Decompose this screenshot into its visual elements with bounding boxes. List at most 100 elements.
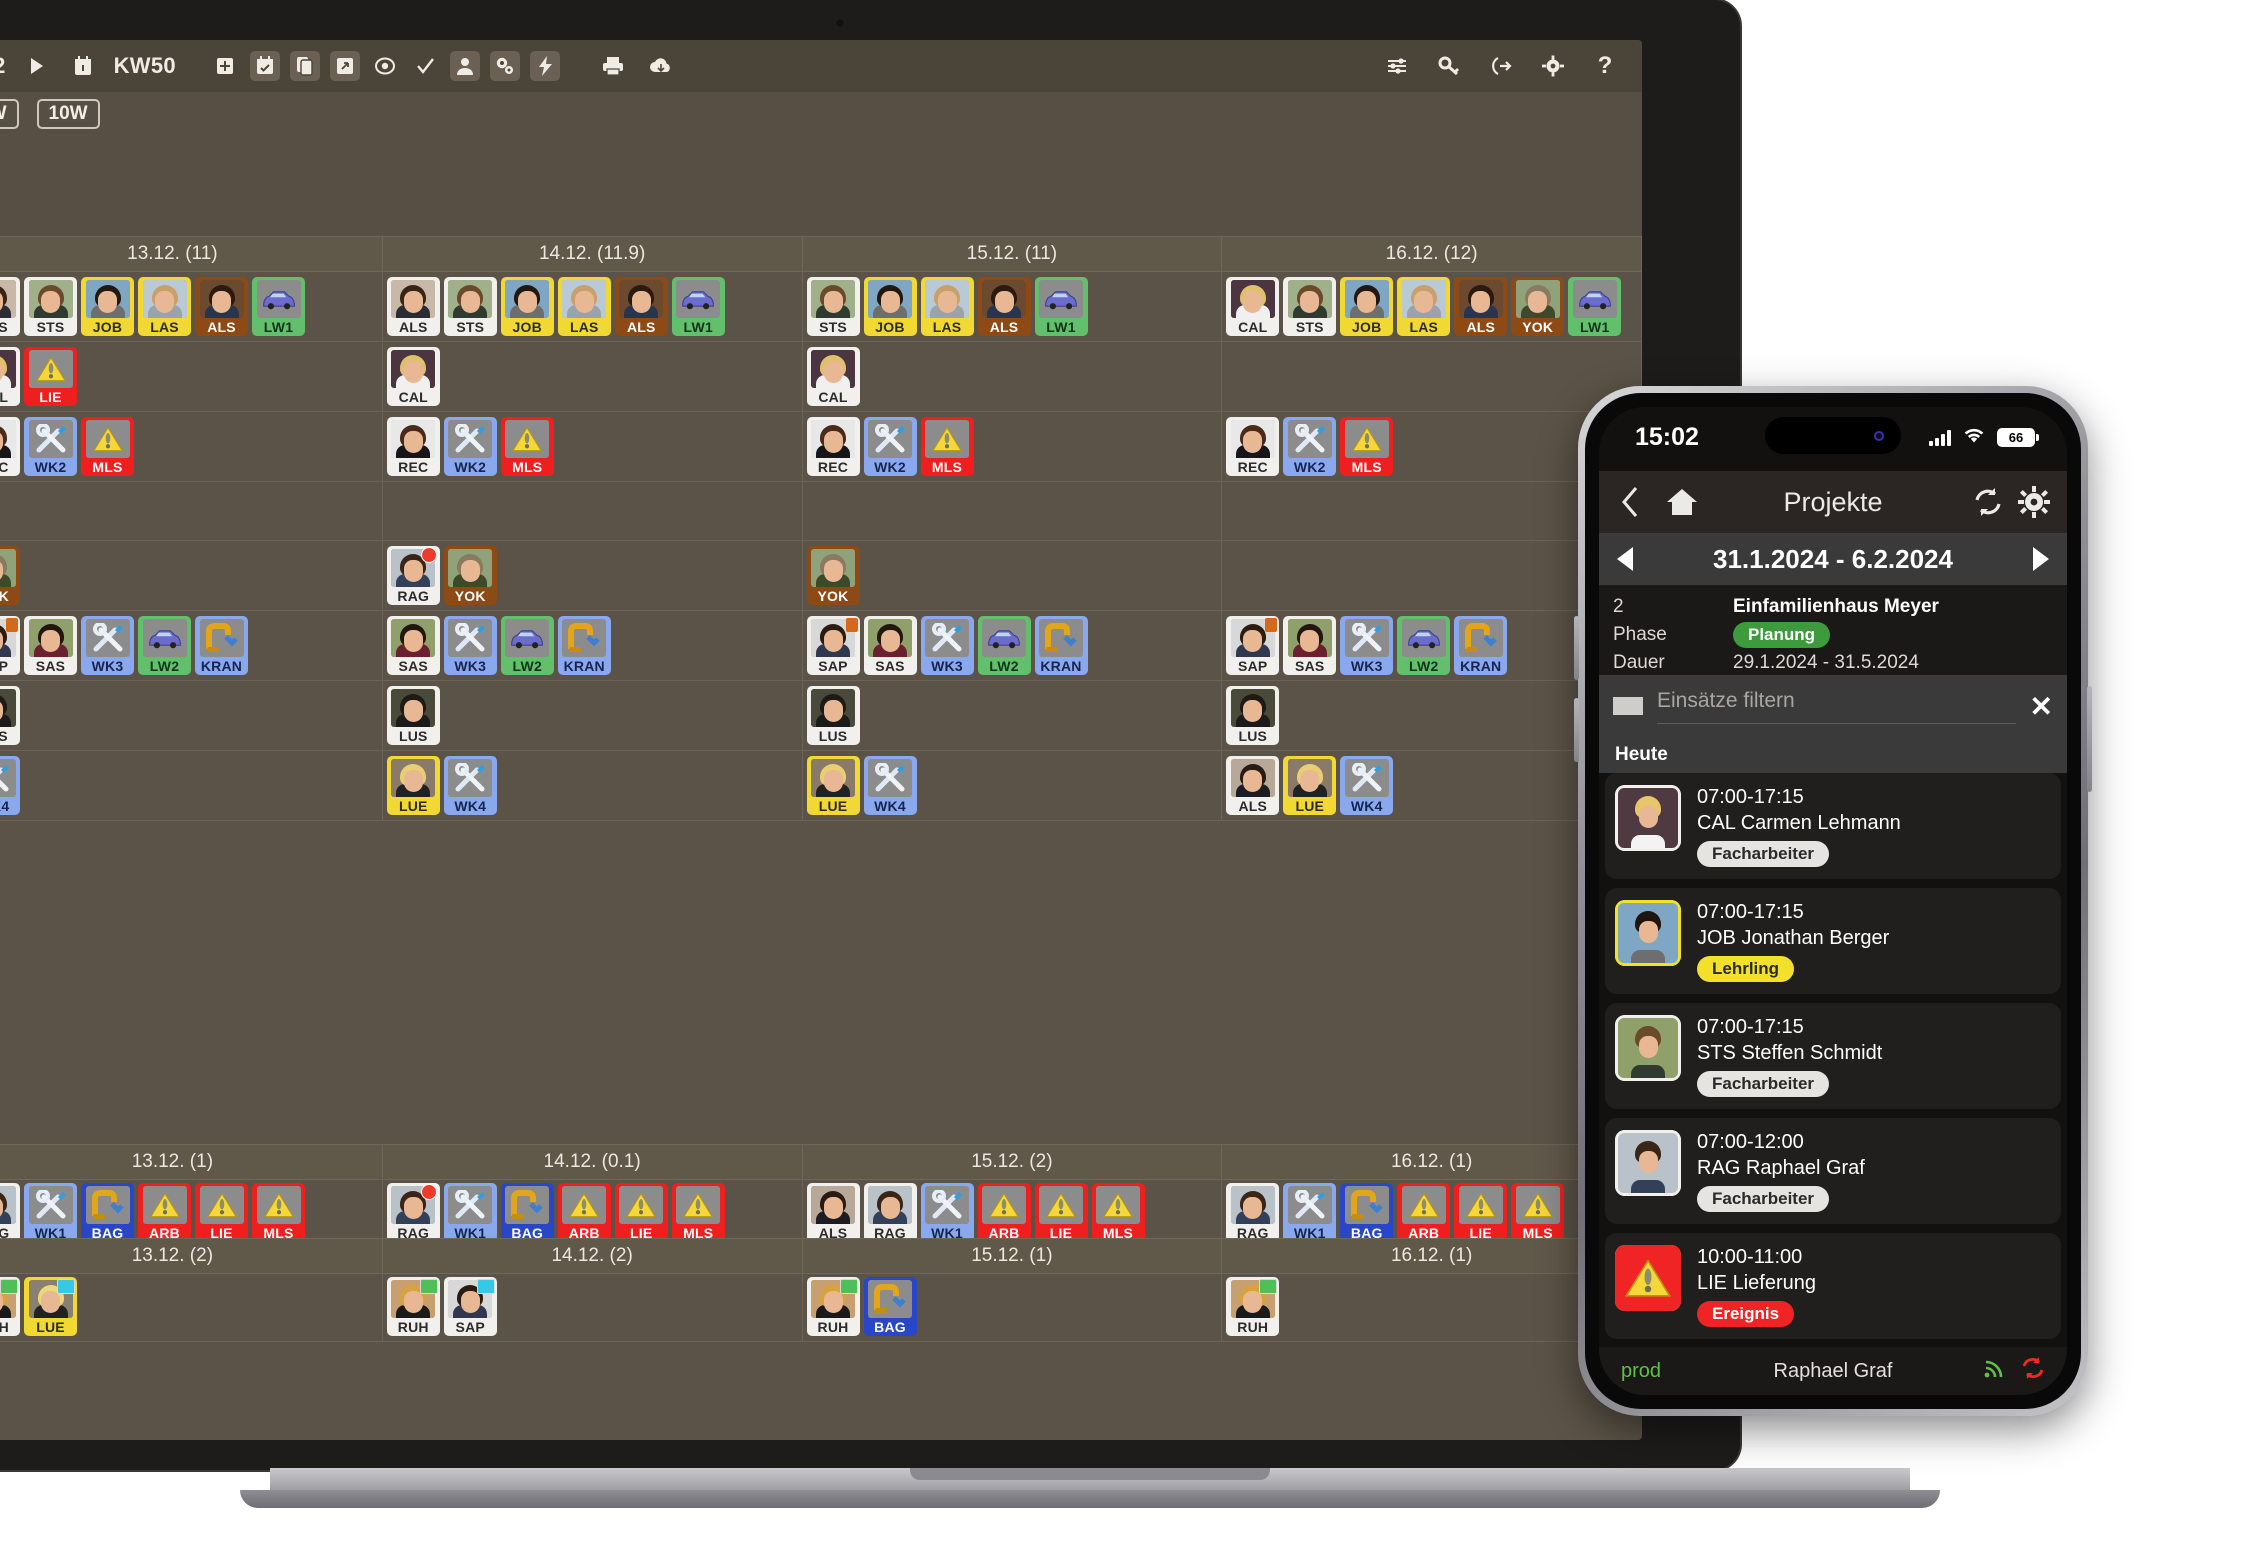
- funnel-icon[interactable]: [1613, 697, 1643, 715]
- assignment-chip[interactable]: LUS: [386, 686, 440, 745]
- gantt-day-cell[interactable]: SAS WK3 LW2 KRAN: [383, 611, 803, 680]
- assignment-chip[interactable]: WK4: [0, 756, 20, 815]
- assignment-chip[interactable]: WK1: [920, 1183, 974, 1242]
- assignment-chip[interactable]: LIE: [1034, 1183, 1088, 1242]
- gantt-day-cell[interactable]: [383, 482, 803, 540]
- assignment-chip[interactable]: WK4: [863, 756, 917, 815]
- assignment-chip[interactable]: KRAN: [557, 616, 611, 675]
- assignment-chip[interactable]: MLS: [920, 417, 974, 476]
- assignment-chip[interactable]: LUE: [1283, 756, 1337, 815]
- assignment-chip[interactable]: WK1: [1283, 1183, 1337, 1242]
- list-item[interactable]: 07:00-17:15 CAL Carmen Lehmann Facharbeite…: [1605, 773, 2061, 879]
- assignment-chip[interactable]: JOB: [500, 277, 554, 336]
- zoom-7w-button[interactable]: 7W: [0, 99, 19, 129]
- assignment-chip[interactable]: LW1: [252, 277, 305, 336]
- volume-down-button[interactable]: [1574, 698, 1579, 762]
- assignment-chip[interactable]: LIE: [1454, 1183, 1508, 1242]
- help-icon[interactable]: ?: [1590, 51, 1620, 81]
- assignment-chip[interactable]: ALS: [386, 277, 440, 336]
- assignment-chip[interactable]: STS: [443, 277, 497, 336]
- assignment-chip[interactable]: RUH: [1226, 1277, 1280, 1336]
- logout-icon[interactable]: [1486, 51, 1516, 81]
- assignment-chip[interactable]: YOK: [0, 546, 20, 605]
- power-button[interactable]: [2087, 686, 2092, 792]
- assignment-chip[interactable]: KRAN: [1034, 616, 1088, 675]
- assignment-chip[interactable]: ALS: [806, 1183, 860, 1242]
- gantt-day-cell[interactable]: CAL LIE: [0, 342, 383, 411]
- add-icon[interactable]: [210, 51, 240, 81]
- gantt-day-cell[interactable]: RUH SAP: [383, 1272, 803, 1341]
- assignment-chip[interactable]: LW2: [500, 616, 554, 675]
- assignment-chip[interactable]: REC: [806, 417, 860, 476]
- play-icon[interactable]: [22, 51, 52, 81]
- assignment-chip[interactable]: SAS: [1283, 616, 1337, 675]
- assignment-chip[interactable]: LW1: [671, 277, 725, 336]
- assignment-chip[interactable]: YOK: [443, 546, 497, 605]
- assignment-chip[interactable]: RUH: [806, 1277, 860, 1336]
- print-icon[interactable]: [598, 51, 628, 81]
- assignment-chip[interactable]: LW2: [977, 616, 1031, 675]
- assignment-chip[interactable]: LAS: [920, 277, 974, 336]
- assignment-chip[interactable]: SAS: [24, 616, 77, 675]
- gantt-day-cell[interactable]: RUH LUE: [0, 1272, 383, 1341]
- assignment-chip[interactable]: LW2: [1397, 616, 1451, 675]
- gantt-day-cell[interactable]: [0, 482, 383, 540]
- assignment-chip[interactable]: ALS: [614, 277, 668, 336]
- assignment-chip[interactable]: SAP: [0, 616, 20, 675]
- assignment-chip[interactable]: LUS: [0, 686, 20, 745]
- assignment-chip[interactable]: ALS: [1226, 756, 1280, 815]
- assignment-chip[interactable]: LUS: [806, 686, 860, 745]
- assignment-chip[interactable]: CAL: [386, 347, 440, 406]
- assignment-chip[interactable]: SAP: [806, 616, 860, 675]
- eye-icon[interactable]: [370, 51, 400, 81]
- gantt-day-cell[interactable]: SAP SAS WK3 LW2 KRAN: [803, 611, 1223, 680]
- gantt-day-cell[interactable]: LUS: [0, 681, 383, 750]
- assignment-chip[interactable]: LW1: [1034, 277, 1088, 336]
- assignment-chip[interactable]: WK1: [24, 1183, 77, 1242]
- assignment-chip[interactable]: REC: [386, 417, 440, 476]
- assignment-chip[interactable]: LW2: [138, 616, 191, 675]
- gears-icon[interactable]: [489, 51, 520, 81]
- assignment-chip[interactable]: ALS: [1454, 277, 1508, 336]
- assignment-chip[interactable]: WK1: [443, 1183, 497, 1242]
- cloud-download-icon[interactable]: [646, 51, 676, 81]
- assignment-chip[interactable]: RAG: [386, 1183, 440, 1242]
- assignment-chip[interactable]: SAP: [443, 1277, 497, 1336]
- assignment-chip[interactable]: LUE: [24, 1277, 77, 1336]
- assignment-chip[interactable]: SAS: [863, 616, 917, 675]
- calendar-alert-icon[interactable]: [68, 51, 98, 81]
- assignment-chip[interactable]: MLS: [81, 417, 134, 476]
- assignment-chip[interactable]: BAG: [1340, 1183, 1394, 1242]
- assignment-chip[interactable]: ARB: [977, 1183, 1031, 1242]
- gantt-day-cell[interactable]: ALS RAG WK1 ARB LIE MLS: [803, 1178, 1223, 1247]
- assignment-chip[interactable]: CAL: [1226, 277, 1280, 336]
- assignment-chip[interactable]: MLS: [1340, 417, 1394, 476]
- assignment-chip[interactable]: JOB: [1340, 277, 1394, 336]
- assignment-chip[interactable]: ALS: [0, 277, 20, 336]
- gantt-day-cell[interactable]: WK4: [0, 751, 383, 820]
- assignment-chip[interactable]: BAG: [500, 1183, 554, 1242]
- gantt-grid[interactable]: 13.12. (11) 14.12. (11.9) 15.12. (11) 16.12…: [0, 236, 1642, 1440]
- assignment-chip[interactable]: SAS: [386, 616, 440, 675]
- triangle-right-icon[interactable]: [2032, 547, 2049, 571]
- gantt-day-cell[interactable]: ALS STS JOB LAS ALS LW1: [383, 272, 803, 341]
- assignment-chip[interactable]: LIE: [195, 1183, 248, 1242]
- list-item[interactable]: 07:00-17:15 STS Steffen Schmidt Facharbeit…: [1605, 1003, 2061, 1109]
- assignment-chip[interactable]: WK2: [443, 417, 497, 476]
- assignment-chip[interactable]: KRAN: [195, 616, 248, 675]
- assignment-chip[interactable]: LAS: [557, 277, 611, 336]
- check-icon[interactable]: [410, 51, 440, 81]
- assignment-chip[interactable]: REC: [0, 417, 20, 476]
- assignment-chip[interactable]: REC: [1226, 417, 1280, 476]
- assignment-chip[interactable]: SAP: [1226, 616, 1280, 675]
- assignment-chip[interactable]: CAL: [806, 347, 860, 406]
- gantt-day-cell[interactable]: RAG YOK: [383, 541, 803, 610]
- assignment-chip[interactable]: WK3: [1340, 616, 1394, 675]
- assignment-chip[interactable]: ALS: [195, 277, 248, 336]
- gear-icon[interactable]: [1538, 51, 1568, 81]
- project-summary[interactable]: 2 Einfamilienhaus Meyer Phase Planung Daue…: [1599, 585, 2067, 675]
- assignment-chip[interactable]: RAG: [863, 1183, 917, 1242]
- list-item[interactable]: 07:00-12:00 RAG Raphael Graf Facharbeiter: [1605, 1118, 2061, 1224]
- assignment-chip[interactable]: RUH: [386, 1277, 440, 1336]
- gantt-day-cell[interactable]: RAGWK1BAGARBLIEMLS: [383, 1178, 803, 1247]
